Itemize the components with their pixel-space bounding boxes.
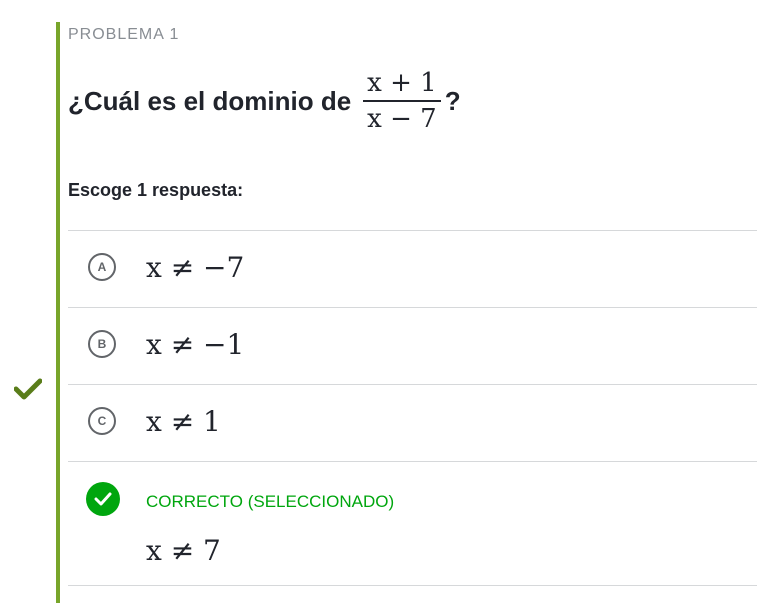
fraction: x + 1 x − 7 bbox=[363, 68, 441, 134]
check-circle-icon bbox=[86, 482, 120, 516]
choice-a[interactable]: A x ≠ −7 bbox=[68, 230, 757, 307]
fraction-denominator: x − 7 bbox=[367, 104, 437, 134]
instruction: Escoge 1 respuesta: bbox=[68, 180, 244, 200]
choice-math-d: x ≠ 7 bbox=[146, 534, 221, 567]
choice-list: A x ≠ −7 B x ≠ −1 C x ≠ 1 CORRECTO (SELE… bbox=[68, 230, 757, 586]
checkmark-icon bbox=[14, 378, 42, 400]
choice-math-c: x ≠ 1 bbox=[146, 405, 221, 438]
question: ¿Cuál es el dominio de x + 1 x − 7 ? bbox=[68, 68, 461, 134]
choice-c[interactable]: C x ≠ 1 bbox=[68, 384, 757, 461]
fraction-numerator: x + 1 bbox=[363, 68, 441, 102]
question-text: ¿Cuál es el dominio de bbox=[68, 85, 352, 116]
choice-math-b: x ≠ −1 bbox=[146, 328, 245, 361]
accent-bar bbox=[56, 22, 60, 603]
problem-label: PROBLEMA 1 bbox=[68, 26, 180, 43]
choice-math-a: x ≠ −7 bbox=[146, 251, 245, 284]
choice-letter-a: A bbox=[88, 253, 116, 281]
choice-b[interactable]: B x ≠ −1 bbox=[68, 307, 757, 384]
choice-letter-b: B bbox=[88, 330, 116, 358]
choice-letter-c: C bbox=[88, 407, 116, 435]
correct-status-label: CORRECTO (SELECCIONADO) bbox=[146, 492, 395, 511]
choice-d[interactable]: CORRECTO (SELECCIONADO) x ≠ 7 bbox=[68, 461, 757, 586]
question-mark: ? bbox=[444, 85, 461, 116]
